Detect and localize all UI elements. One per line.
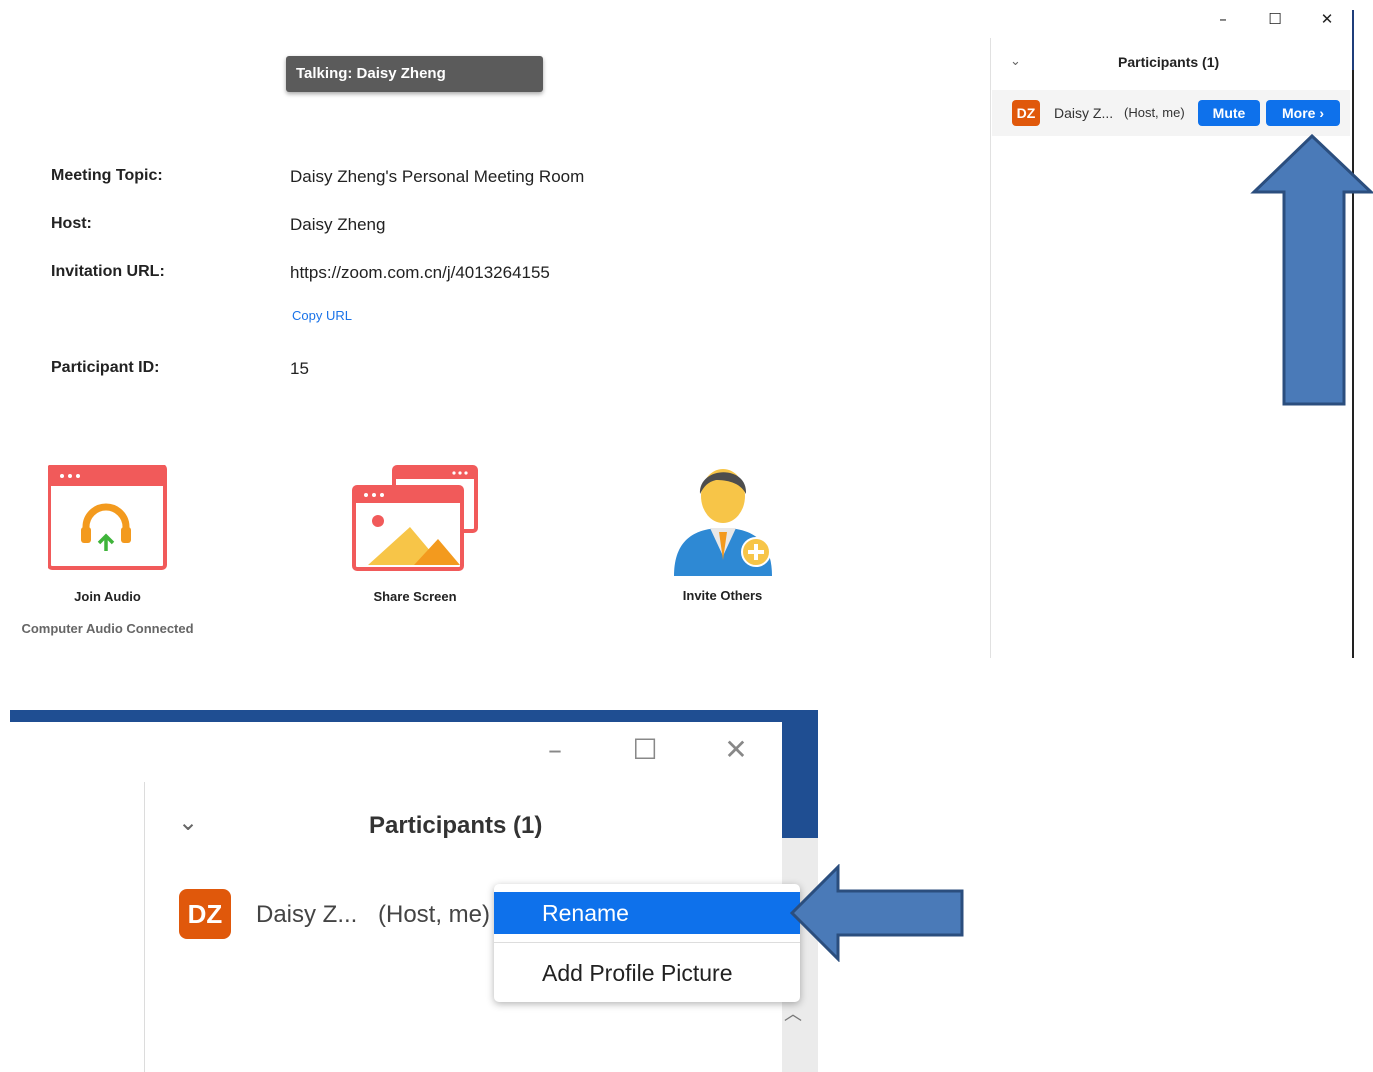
- minimize-button[interactable]: –: [1208, 8, 1238, 30]
- invite-others-action[interactable]: Invite Others: [650, 460, 795, 603]
- invitation-url-label: Invitation URL:: [51, 263, 165, 280]
- menu-divider: [494, 942, 800, 943]
- context-menu: Rename Add Profile Picture: [494, 884, 800, 1002]
- participant-id-value: 15: [290, 359, 309, 378]
- talking-indicator: Talking: Daisy Zheng: [286, 56, 543, 92]
- window-edge-accent: [1352, 10, 1354, 70]
- participant-name: Daisy Z...: [1054, 105, 1114, 121]
- participant-name: Daisy Z...: [256, 901, 358, 928]
- audio-status-label: Computer Audio Connected: [21, 621, 194, 636]
- maximize-icon[interactable]: ☐: [625, 732, 665, 768]
- join-audio-action[interactable]: Join Audio Computer Audio Connected: [20, 465, 195, 636]
- host-label: Host:: [51, 215, 92, 232]
- panel-divider-bottom: [144, 782, 145, 1072]
- chevron-up-icon[interactable]: ︿: [784, 1000, 802, 1026]
- panel-divider: [990, 38, 991, 658]
- chevron-down-icon[interactable]: ⌄: [178, 808, 198, 836]
- annotation-arrow-up: [1250, 134, 1373, 406]
- maximize-button[interactable]: ☐: [1260, 8, 1290, 30]
- chevron-down-icon[interactable]: ⌄: [1010, 54, 1021, 69]
- menu-item-rename[interactable]: Rename: [494, 892, 800, 934]
- minimize-icon[interactable]: –: [535, 732, 575, 768]
- join-audio-icon: [47, 465, 167, 570]
- host-value: Daisy Zheng: [290, 215, 386, 234]
- participants-title: Participants (1): [1118, 54, 1220, 70]
- meeting-topic-value: Daisy Zheng's Personal Meeting Room: [290, 167, 585, 186]
- participant-role: (Host, me): [1124, 105, 1185, 120]
- more-button[interactable]: More ›: [1266, 100, 1340, 126]
- copy-url-link[interactable]: Copy URL: [292, 308, 352, 323]
- share-screen-action[interactable]: Share Screen: [335, 465, 495, 604]
- close-button[interactable]: ✕: [1312, 8, 1342, 30]
- invitation-url-value: https://zoom.com.cn/j/4013264155: [290, 263, 550, 282]
- annotation-arrow-left: [790, 864, 964, 962]
- share-screen-label: Share Screen: [373, 589, 457, 604]
- participants-title: Participants (1): [369, 812, 543, 839]
- avatar: DZ: [179, 889, 231, 939]
- meeting-topic-label: Meeting Topic:: [51, 167, 163, 184]
- menu-item-add-profile-picture[interactable]: Add Profile Picture: [494, 950, 800, 996]
- invite-others-label: Invite Others: [682, 588, 763, 603]
- participant-role: (Host, me): [378, 901, 491, 928]
- mute-button[interactable]: Mute: [1198, 100, 1260, 126]
- avatar: DZ: [1012, 100, 1040, 126]
- join-audio-label: Join Audio: [74, 589, 141, 604]
- share-screen-icon: [352, 465, 478, 571]
- close-icon[interactable]: ✕: [716, 732, 756, 768]
- invite-others-icon: [673, 469, 772, 576]
- participant-id-label: Participant ID:: [51, 359, 160, 376]
